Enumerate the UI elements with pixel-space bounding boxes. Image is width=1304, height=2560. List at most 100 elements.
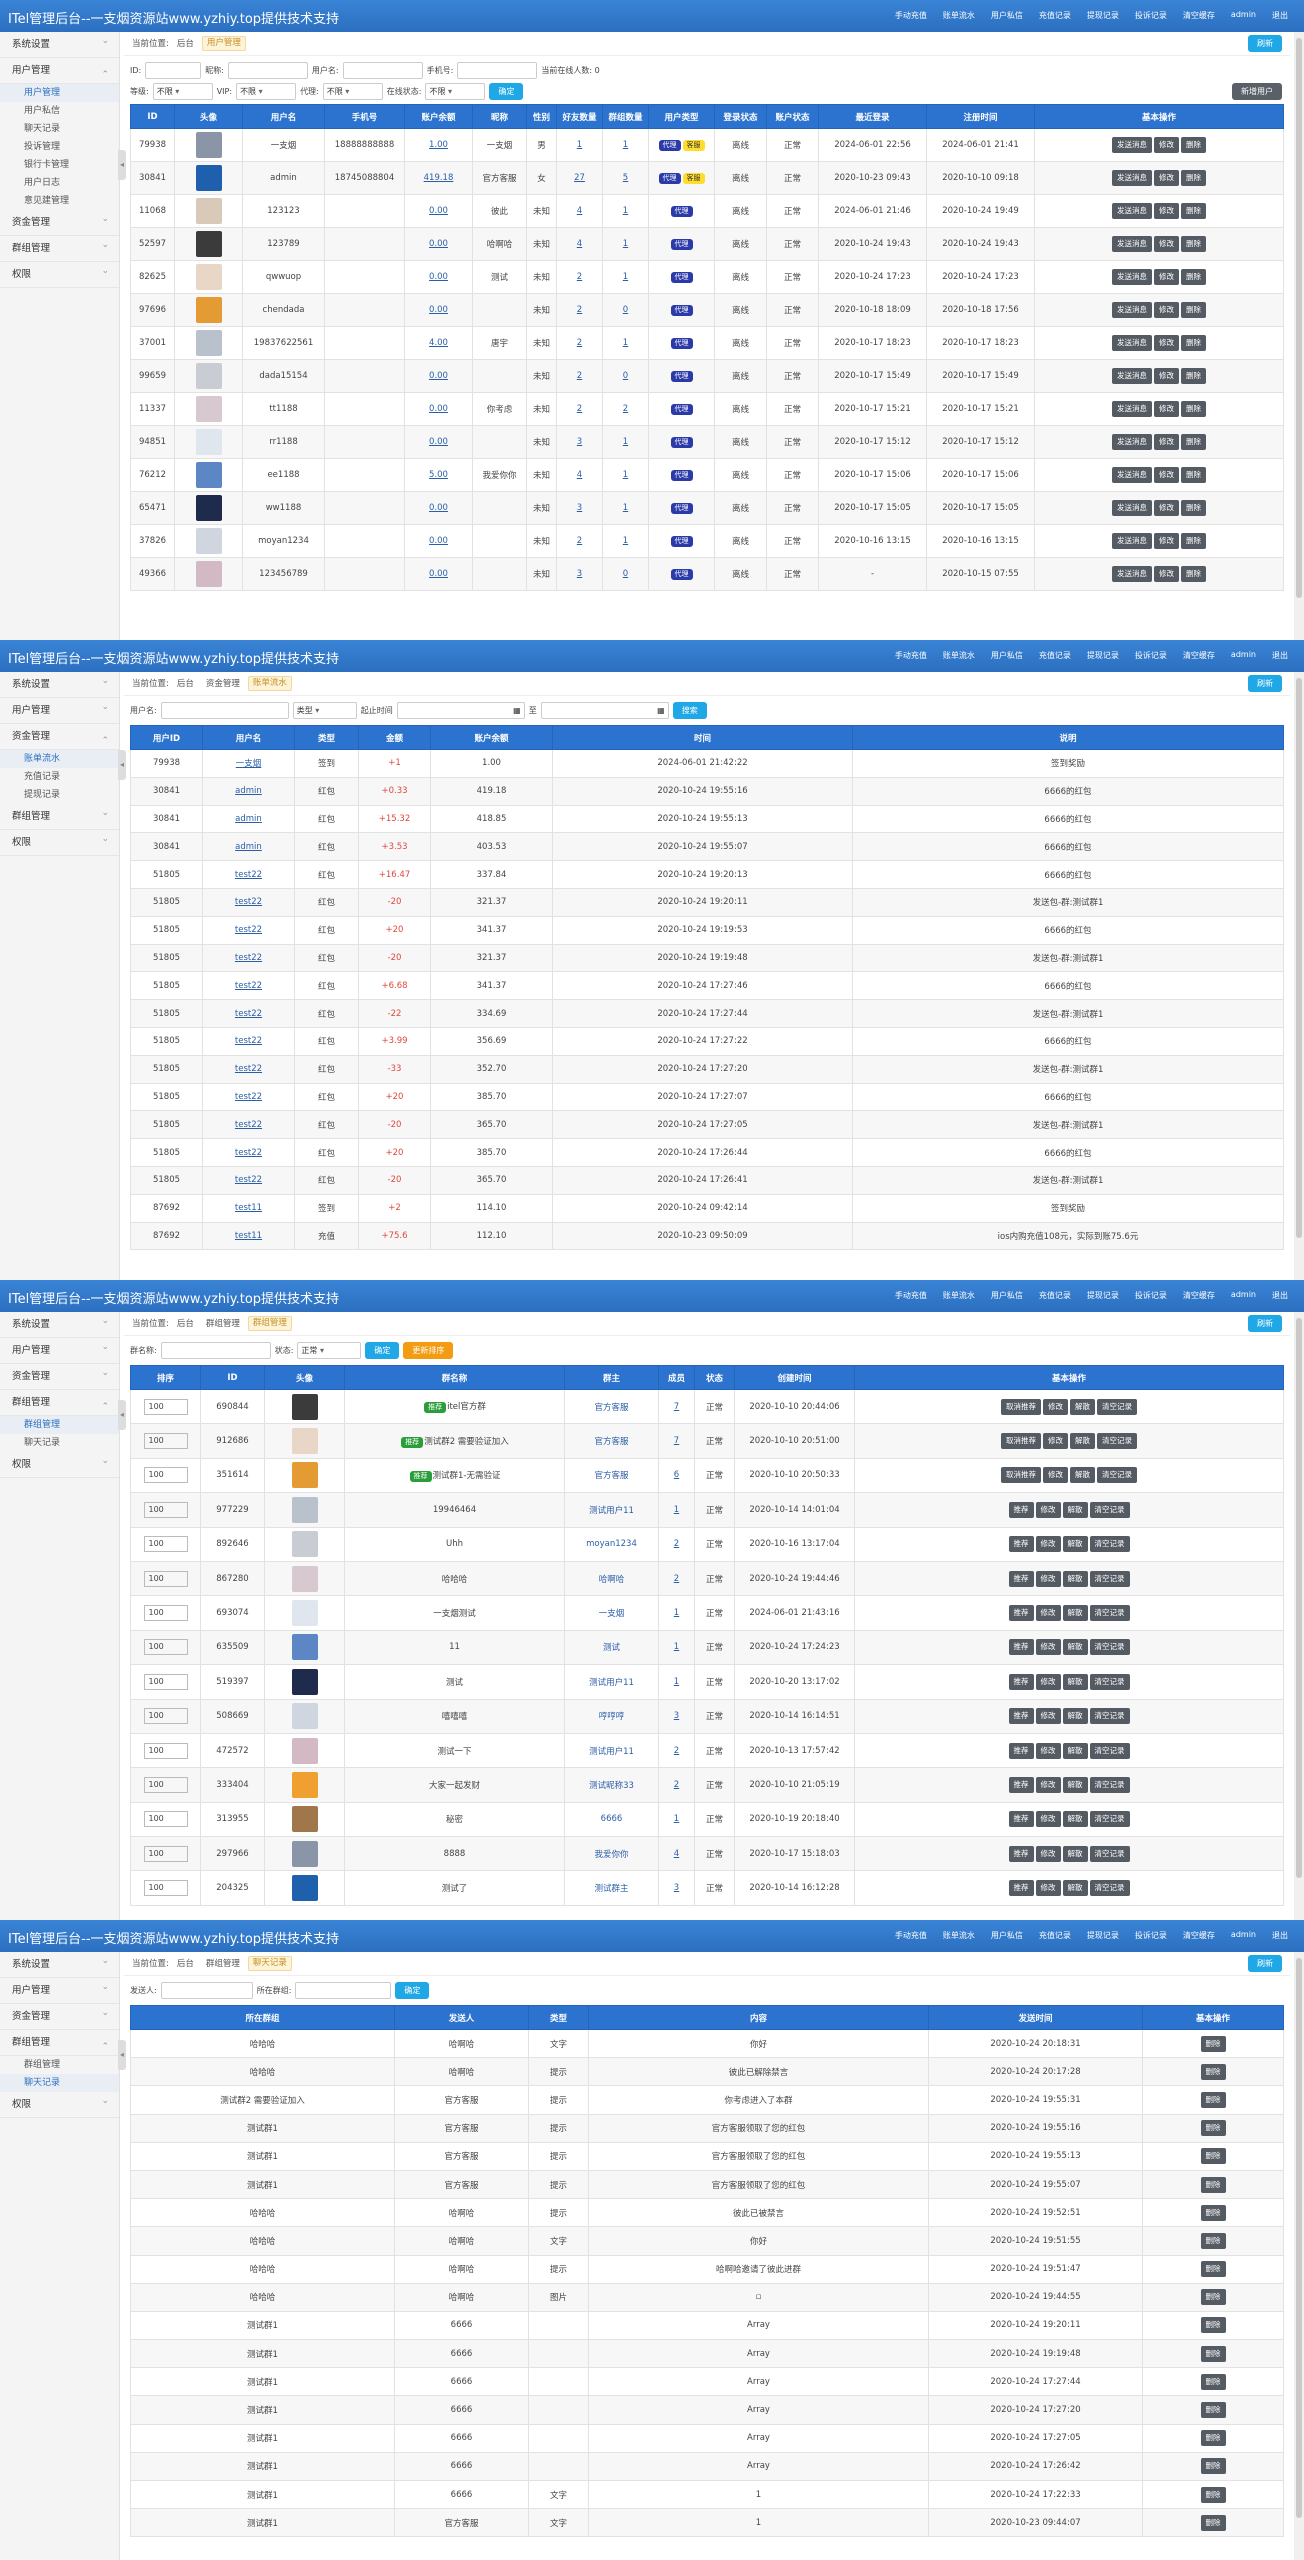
start-date-input[interactable]: ▦	[396, 702, 525, 719]
scrollbar[interactable]	[1294, 1952, 1304, 2560]
edit-button[interactable]: 修改	[1154, 434, 1179, 450]
status-select[interactable]: 不限	[425, 83, 486, 100]
recommend-button[interactable]: 推荐	[1008, 1639, 1034, 1656]
unrecommend-button[interactable]: 取消推荐	[1001, 1398, 1041, 1415]
delete-button[interactable]: 删除	[1181, 434, 1206, 450]
top-nav-item[interactable]: 投诉记录	[1127, 10, 1175, 21]
delete-button[interactable]: 删除	[1181, 335, 1206, 351]
breadcrumb-item[interactable]: 群组管理	[202, 1312, 244, 1336]
group-owner-link[interactable]: 我爱你你	[594, 1850, 628, 1860]
breadcrumb-item[interactable]: 后台	[173, 1312, 198, 1336]
edit-button[interactable]: 修改	[1035, 1880, 1061, 1897]
top-nav-item[interactable]: 清空缓存	[1175, 10, 1223, 21]
members-link[interactable]: 6	[674, 1470, 679, 1480]
delete-button[interactable]: 删除	[1200, 2148, 1226, 2165]
vip-select[interactable]: 不限	[236, 83, 297, 100]
delete-button[interactable]: 删除	[1200, 2289, 1226, 2306]
edit-button[interactable]: 修改	[1154, 500, 1179, 516]
clear-records-button[interactable]: 清空记录	[1089, 1880, 1130, 1897]
members-link[interactable]: 1	[674, 1642, 679, 1652]
username-link[interactable]: test22	[235, 1092, 262, 1102]
send-message-button[interactable]: 发送消息	[1112, 566, 1152, 582]
delete-button[interactable]: 删除	[1181, 467, 1206, 483]
members-link[interactable]: 3	[674, 1711, 679, 1721]
delete-button[interactable]: 删除	[1200, 2091, 1226, 2108]
edit-button[interactable]: 修改	[1035, 1811, 1061, 1828]
group-name-input[interactable]	[160, 1342, 271, 1359]
clear-records-button[interactable]: 清空记录	[1089, 1708, 1130, 1725]
username-link[interactable]: test22	[235, 1009, 262, 1019]
group-owner-link[interactable]: 官方客服	[594, 1471, 628, 1481]
friends-link[interactable]: 1	[577, 140, 582, 150]
delete-button[interactable]: 删除	[1200, 2486, 1226, 2503]
edit-button[interactable]: 修改	[1154, 170, 1179, 186]
delete-button[interactable]: 删除	[1200, 2317, 1226, 2334]
clear-records-button[interactable]: 清空记录	[1089, 1742, 1130, 1759]
add-user-button[interactable]: 新增用户	[1232, 83, 1282, 100]
friends-link[interactable]: 2	[577, 272, 582, 282]
sidebar-group-permissions[interactable]: 权限	[0, 2088, 119, 2118]
top-nav-item[interactable]: 手动充值	[887, 10, 935, 21]
top-nav-item[interactable]: 提现记录	[1079, 1930, 1127, 1941]
sidebar-group-users[interactable]: 用户管理	[0, 58, 119, 88]
friends-link[interactable]: 2	[577, 536, 582, 546]
breadcrumb-item[interactable]: 群组管理	[202, 1952, 244, 1976]
delete-button[interactable]: 删除	[1181, 137, 1206, 153]
dissolve-button[interactable]: 解散	[1062, 1776, 1088, 1793]
recommend-button[interactable]: 推荐	[1008, 1673, 1034, 1690]
username-link[interactable]: test22	[235, 1175, 262, 1185]
delete-button[interactable]: 删除	[1181, 533, 1206, 549]
sidebar-item[interactable]: 用户日志	[0, 174, 119, 192]
delete-button[interactable]: 删除	[1181, 269, 1206, 285]
sidebar-item[interactable]: 投诉管理	[0, 138, 119, 156]
top-nav-item[interactable]: 投诉记录	[1127, 1930, 1175, 1941]
dissolve-button[interactable]: 解散	[1070, 1398, 1095, 1415]
sort-input[interactable]: 100	[143, 1501, 188, 1518]
send-message-button[interactable]: 发送消息	[1112, 500, 1152, 516]
members-link[interactable]: 3	[674, 1883, 679, 1893]
top-nav-item[interactable]: 用户私信	[983, 1290, 1031, 1301]
dissolve-button[interactable]: 解散	[1062, 1536, 1088, 1553]
level-select[interactable]: 不限	[152, 83, 213, 100]
delete-button[interactable]: 删除	[1200, 2063, 1226, 2080]
username-link[interactable]: test22	[235, 953, 262, 963]
confirm-button[interactable]: 确定	[489, 83, 524, 100]
sidebar-group-permissions[interactable]: 权限	[0, 826, 119, 856]
send-message-button[interactable]: 发送消息	[1112, 236, 1152, 252]
group-owner-link[interactable]: 哼哼哼	[599, 1712, 625, 1722]
group-owner-link[interactable]: 6666	[601, 1814, 623, 1824]
dissolve-button[interactable]: 解散	[1062, 1811, 1088, 1828]
refresh-button[interactable]: 刷新	[1248, 35, 1282, 52]
send-message-button[interactable]: 发送消息	[1112, 434, 1152, 450]
delete-button[interactable]: 删除	[1200, 2261, 1226, 2278]
balance-link[interactable]: 0.00	[429, 437, 448, 447]
delete-button[interactable]: 删除	[1181, 368, 1206, 384]
delete-button[interactable]: 删除	[1181, 203, 1206, 219]
sort-input[interactable]: 100	[143, 1845, 188, 1862]
groups-link[interactable]: 1	[623, 338, 628, 348]
username-link[interactable]: test22	[235, 1120, 262, 1130]
members-link[interactable]: 4	[674, 1849, 679, 1859]
refresh-button[interactable]: 刷新	[1248, 1315, 1282, 1332]
group-owner-link[interactable]: 测试	[603, 1643, 620, 1653]
delete-button[interactable]: 删除	[1200, 2430, 1226, 2447]
sort-input[interactable]: 100	[143, 1398, 188, 1415]
edit-button[interactable]: 修改	[1035, 1536, 1061, 1553]
username-link[interactable]: test11	[235, 1231, 262, 1241]
sort-input[interactable]: 100	[143, 1433, 188, 1450]
sort-input[interactable]: 100	[143, 1673, 188, 1690]
edit-button[interactable]: 修改	[1154, 368, 1179, 384]
balance-link[interactable]: 0.00	[429, 272, 448, 282]
top-nav-item[interactable]: 退出	[1264, 10, 1296, 21]
friends-link[interactable]: 4	[577, 470, 582, 480]
edit-button[interactable]: 修改	[1035, 1776, 1061, 1793]
state-select[interactable]: 正常	[297, 1342, 362, 1359]
top-nav-item[interactable]: 退出	[1264, 1290, 1296, 1301]
sidebar-group-groups[interactable]: 群组管理	[0, 2030, 119, 2060]
edit-button[interactable]: 修改	[1154, 203, 1179, 219]
clear-records-button[interactable]: 清空记录	[1089, 1845, 1130, 1862]
groups-link[interactable]: 1	[623, 470, 628, 480]
proxy-select[interactable]: 不限	[322, 83, 383, 100]
group-owner-link[interactable]: 官方客服	[594, 1437, 628, 1447]
balance-link[interactable]: 4.00	[429, 338, 448, 348]
